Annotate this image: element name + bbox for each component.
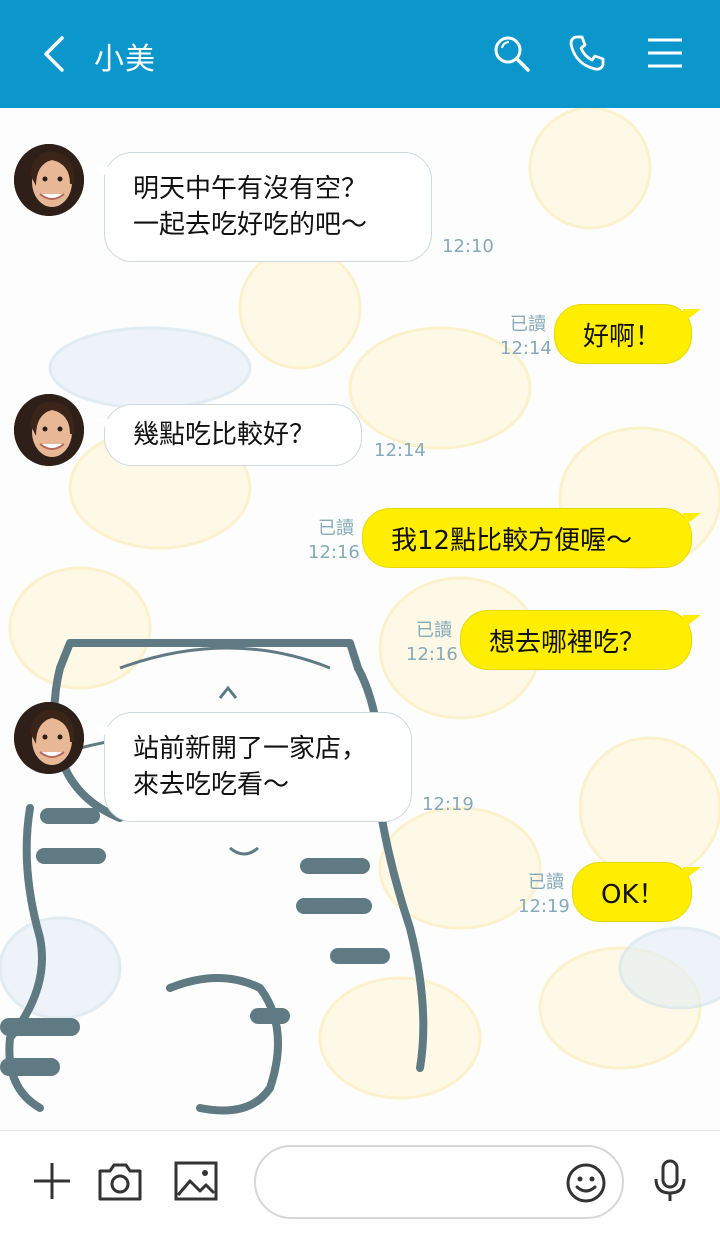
contact-avatar[interactable]: [14, 394, 84, 466]
read-receipt: 已讀: [510, 314, 546, 335]
menu-icon: [648, 38, 682, 68]
message-bubble-incoming[interactable]: 站前新開了一家店， 來去吃吃看～: [95, 712, 412, 822]
plus-icon: [34, 1163, 70, 1199]
message-bubble-incoming[interactable]: 幾點吃比較好？: [95, 404, 362, 466]
message-bubble-outgoing[interactable]: 好啊！: [554, 304, 701, 364]
message-bubble-outgoing[interactable]: 想去哪裡吃？: [460, 610, 701, 670]
message-time: 12:19: [422, 794, 474, 815]
phone-icon: [569, 35, 605, 71]
avatar-photo: [14, 394, 84, 466]
gallery-button[interactable]: [172, 1157, 220, 1205]
search-icon: [494, 36, 530, 72]
message-time: 12:16: [308, 542, 360, 563]
message-time: 12:19: [518, 896, 570, 917]
menu-button[interactable]: [644, 32, 686, 74]
message-input-container[interactable]: [254, 1145, 624, 1219]
chat-area[interactable]: 明天中午有沒有空？ 一起去吃好吃的吧～ 12:10 已讀 12:14 好啊！ 幾…: [0, 108, 720, 1130]
message-time: 12:14: [374, 440, 426, 461]
chevron-left-icon: [44, 36, 64, 72]
message-time: 12:14: [500, 338, 552, 359]
image-icon: [174, 1161, 218, 1201]
message-bubble-incoming[interactable]: 明天中午有沒有空？ 一起去吃好吃的吧～: [95, 152, 432, 262]
camera-icon: [98, 1163, 142, 1201]
chat-header: 小美: [0, 0, 720, 108]
read-receipt: 已讀: [318, 518, 354, 539]
contact-name: 小美: [94, 42, 156, 77]
add-button[interactable]: [28, 1157, 76, 1205]
message-input[interactable]: [276, 1161, 560, 1203]
message-bubble-outgoing[interactable]: 我12點比較方便喔～: [362, 508, 701, 568]
read-receipt: 已讀: [528, 872, 564, 893]
emoji-button[interactable]: [564, 1161, 608, 1205]
contact-avatar[interactable]: [14, 702, 84, 774]
search-button[interactable]: [490, 32, 532, 74]
message-composer: [0, 1130, 720, 1233]
contact-avatar[interactable]: [14, 144, 84, 216]
microphone-icon: [654, 1159, 686, 1201]
avatar-photo: [14, 144, 84, 216]
camera-button[interactable]: [96, 1157, 144, 1205]
back-button[interactable]: [36, 32, 72, 76]
smiley-icon: [566, 1163, 606, 1203]
read-receipt: 已讀: [416, 620, 452, 641]
avatar-photo: [14, 702, 84, 774]
call-button[interactable]: [566, 32, 608, 74]
message-time: 12:16: [406, 644, 458, 665]
message-time: 12:10: [442, 236, 494, 257]
message-bubble-outgoing[interactable]: OK！: [572, 862, 701, 922]
voice-button[interactable]: [646, 1157, 694, 1205]
